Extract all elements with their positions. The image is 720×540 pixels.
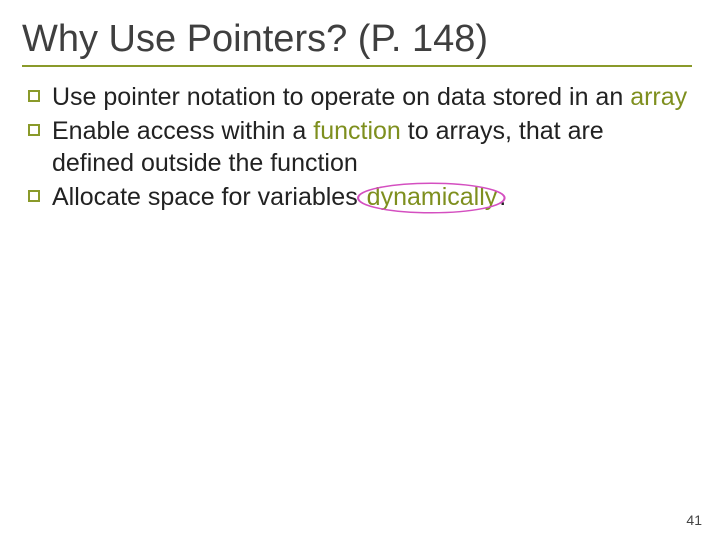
text-run: Allocate space for variables [52,183,365,211]
bullet-marker-icon [28,124,40,136]
bullet-marker-icon [28,190,40,202]
bullet-item: Use pointer notation to operate on data … [28,81,692,113]
text-run: Use pointer notation to operate on data … [52,83,630,111]
slide-title: Why Use Pointers? (P. 148) [22,18,692,61]
bullet-item: Allocate space for variables dynamically… [28,181,692,213]
slide: Why Use Pointers? (P. 148) Use pointer n… [0,0,720,540]
bullet-item: Enable access within a function to array… [28,115,692,179]
bullet-text: Use pointer notation to operate on data … [52,81,687,113]
bullet-text: Allocate space for variables dynamically… [52,181,506,213]
bullet-text: Enable access within a function to array… [52,115,692,179]
body-content: Use pointer notation to operate on data … [22,81,692,213]
title-underline [22,65,692,67]
highlight-function: function [313,117,401,145]
highlight-array: array [630,83,687,111]
bullet-marker-icon [28,90,40,102]
circled-word: dynamically [365,181,500,213]
page-number: 41 [686,512,702,528]
text-run: Enable access within a [52,117,313,145]
highlight-dynamically: dynamically [367,183,498,211]
text-run: . [499,183,506,211]
